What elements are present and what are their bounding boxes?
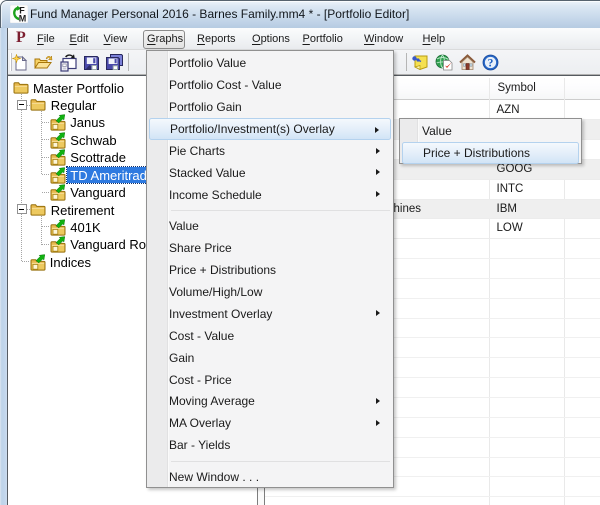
svg-text:M: M — [19, 13, 27, 23]
svg-text:?: ? — [488, 58, 494, 70]
